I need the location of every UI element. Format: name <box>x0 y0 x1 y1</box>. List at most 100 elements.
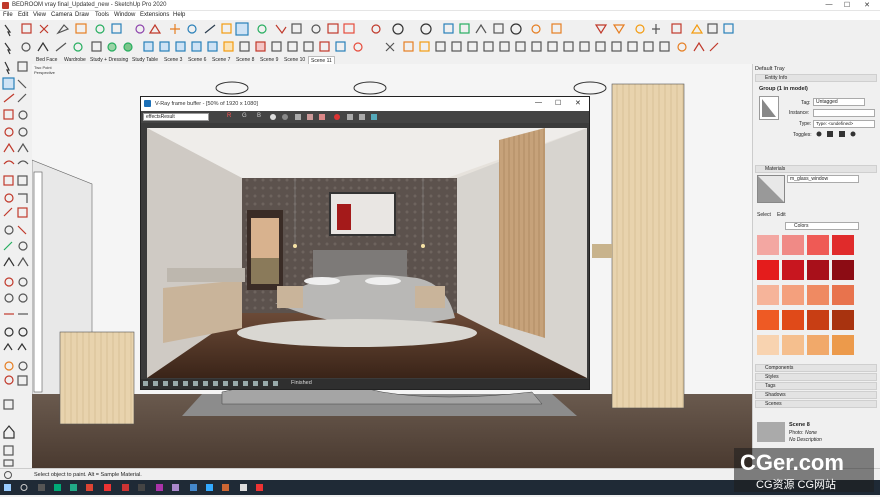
minimize-button[interactable]: — <box>822 1 836 8</box>
color-swatch[interactable] <box>782 235 804 255</box>
color-swatch[interactable] <box>782 285 804 305</box>
channel-select[interactable]: effectsResult <box>143 113 209 121</box>
scene-photo-value: None <box>805 430 817 436</box>
color-swatch[interactable] <box>832 310 854 330</box>
color-swatch[interactable] <box>807 285 829 305</box>
scene-photo-label: Photo: <box>789 430 804 436</box>
styles-header[interactable]: Styles <box>755 373 877 381</box>
color-swatch-grid[interactable] <box>757 235 857 359</box>
vfb-minimize[interactable]: — <box>535 99 542 106</box>
scene-tab-scene-10[interactable]: Scene 10 <box>282 56 307 64</box>
color-swatch[interactable] <box>807 235 829 255</box>
tags-header[interactable]: Tags <box>755 382 877 390</box>
app-icon <box>2 2 9 9</box>
vfb-status-icons[interactable] <box>143 380 283 388</box>
vfb-close[interactable]: ✕ <box>575 99 581 107</box>
default-tray: Default Tray Entity Info Group (1 in mod… <box>752 64 880 468</box>
status-hint: Select object to paint. Alt = Sample Mat… <box>34 472 142 478</box>
color-swatch[interactable] <box>832 335 854 355</box>
info-icon[interactable] <box>4 471 12 479</box>
instance-input[interactable] <box>813 109 875 117</box>
color-swatch[interactable] <box>757 260 779 280</box>
close-button[interactable]: ✕ <box>860 1 874 9</box>
materials-header[interactable]: Materials <box>755 165 877 173</box>
color-swatch[interactable] <box>757 310 779 330</box>
vfb-tool-icons[interactable] <box>267 112 387 122</box>
material-name-field[interactable]: m_glass_window <box>787 175 859 183</box>
toolbar-icons-row-1[interactable] <box>0 20 880 38</box>
type-label: Type: <box>799 121 812 127</box>
vray-frame-buffer[interactable]: V-Ray frame buffer - [50% of 1920 x 1080… <box>140 96 590 390</box>
scene-tab-scene-6[interactable]: Scene 6 <box>186 56 208 64</box>
menu-window[interactable]: Window <box>114 12 135 18</box>
vfb-titlebar: V-Ray frame buffer - [50% of 1920 x 1080… <box>141 97 589 111</box>
toggle-icons[interactable] <box>815 130 865 138</box>
materials-select-tab[interactable]: Select <box>757 212 771 218</box>
taskbar-icons[interactable] <box>0 480 300 495</box>
scene-description: No Description <box>789 437 822 443</box>
title-bar: BEDROOM vray final_Updated_new - SketchU… <box>0 0 880 11</box>
maximize-button[interactable]: ☐ <box>840 1 854 9</box>
components-header[interactable]: Components <box>755 364 877 372</box>
left-toolbar <box>0 60 32 468</box>
type-field[interactable]: Type: <undefined> <box>813 120 875 128</box>
scene-tab-study-table[interactable]: Study Table <box>130 56 160 64</box>
menu-edit[interactable]: Edit <box>18 12 28 18</box>
color-swatch[interactable] <box>782 260 804 280</box>
scene-tab-scene-11[interactable]: Scene 11 <box>308 56 335 64</box>
toolbar-icons-row-2[interactable] <box>0 38 880 56</box>
window-title: BEDROOM vray final_Updated_new - SketchU… <box>12 2 167 8</box>
material-library-select[interactable]: Colors <box>785 222 859 230</box>
scene-tab-study-dressing[interactable]: Study + Dressing <box>88 56 130 64</box>
vfb-toolbar: effectsResult R G B <box>141 111 589 123</box>
watermark-sub: CG资源 CG网站 <box>756 479 837 491</box>
menu-help[interactable]: Help <box>173 12 185 18</box>
scenes-header[interactable]: Scenes <box>755 400 877 408</box>
blue-channel-button[interactable]: B <box>257 113 261 119</box>
color-swatch[interactable] <box>832 260 854 280</box>
color-swatch[interactable] <box>807 335 829 355</box>
menu-draw[interactable]: Draw <box>75 12 89 18</box>
scene-thumbnail <box>757 422 785 442</box>
menu-extensions[interactable]: Extensions <box>140 12 169 18</box>
color-swatch[interactable] <box>782 310 804 330</box>
menu-file[interactable]: File <box>3 12 13 18</box>
green-channel-button[interactable]: G <box>242 113 247 119</box>
entity-thumbnail <box>759 96 779 120</box>
color-swatch[interactable] <box>807 260 829 280</box>
tray-title: Default Tray <box>755 66 785 72</box>
menu-view[interactable]: View <box>33 12 46 18</box>
materials-edit-tab[interactable]: Edit <box>777 212 786 218</box>
color-swatch[interactable] <box>832 235 854 255</box>
scene-tabs: Bed Face Wardrobe Study + Dressing Study… <box>30 56 752 64</box>
scene-tab-scene-7[interactable]: Scene 7 <box>210 56 232 64</box>
menu-camera[interactable]: Camera <box>51 12 72 18</box>
color-swatch[interactable] <box>757 235 779 255</box>
menu-bar: File Edit View Camera Draw Tools Window … <box>0 11 880 20</box>
toolbar-row-2 <box>0 38 880 56</box>
scene-tab-bed-face[interactable]: Bed Face <box>34 56 59 64</box>
color-swatch[interactable] <box>782 335 804 355</box>
scene-tab-scene-8[interactable]: Scene 8 <box>234 56 256 64</box>
scene-tab-wardrobe[interactable]: Wardrobe <box>62 56 88 64</box>
toggles-label: Toggles: <box>793 132 812 138</box>
toolbar-row-1 <box>0 20 880 38</box>
color-swatch[interactable] <box>807 310 829 330</box>
vfb-statusbar: Finished <box>141 379 589 389</box>
shadows-header[interactable]: Shadows <box>755 391 877 399</box>
entity-info-header[interactable]: Entity Info <box>755 74 877 82</box>
scene-tab-scene-3[interactable]: Scene 3 <box>162 56 184 64</box>
left-tool-icons[interactable] <box>0 60 32 468</box>
render-status: Finished <box>291 380 312 386</box>
red-channel-button[interactable]: R <box>227 113 231 119</box>
color-swatch[interactable] <box>757 285 779 305</box>
render-image <box>147 128 587 378</box>
tag-select[interactable]: Untagged <box>813 98 865 106</box>
instance-label: Instance: <box>789 110 810 116</box>
scene-tab-scene-9[interactable]: Scene 9 <box>258 56 280 64</box>
color-swatch[interactable] <box>757 335 779 355</box>
menu-tools[interactable]: Tools <box>95 12 109 18</box>
vfb-maximize[interactable]: ☐ <box>555 99 561 107</box>
scene-detail-name: Scene 8 <box>789 422 810 428</box>
color-swatch[interactable] <box>832 285 854 305</box>
